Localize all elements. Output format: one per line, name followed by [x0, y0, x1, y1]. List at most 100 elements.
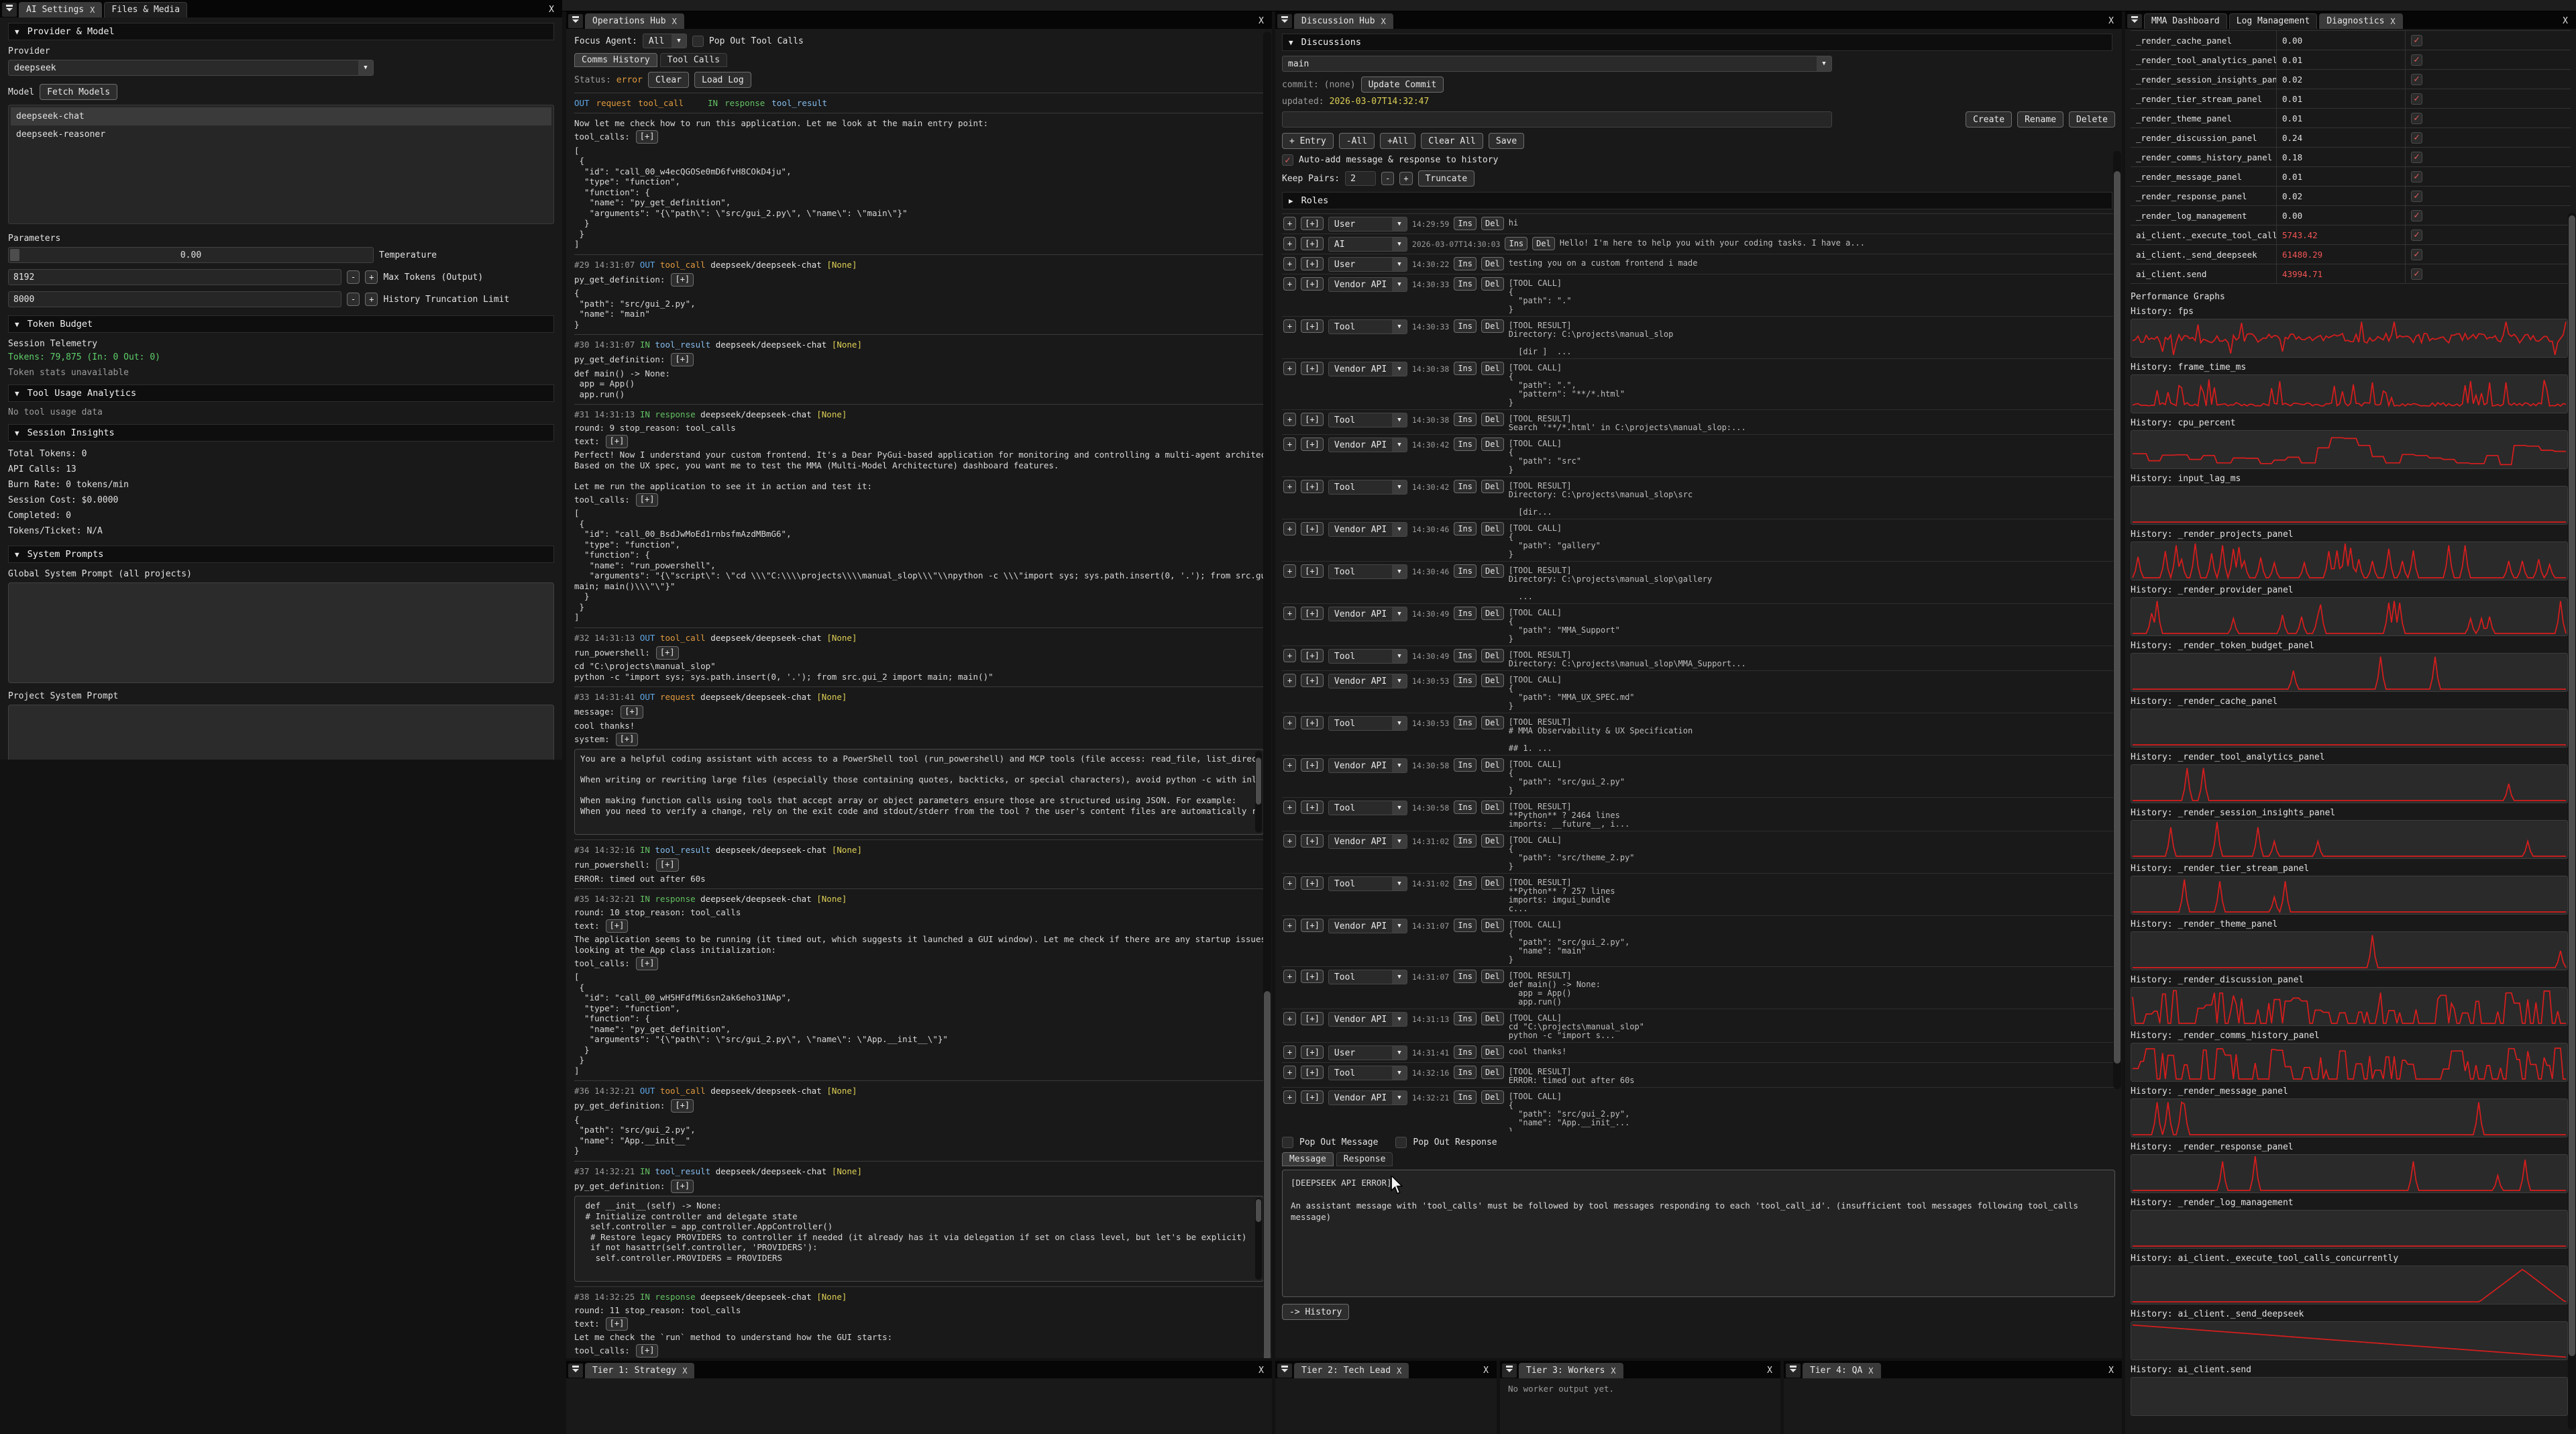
- diagnostic-checkbox[interactable]: ✓: [2411, 54, 2422, 66]
- entry-add-button[interactable]: +: [1283, 674, 1296, 687]
- entry-expand-button[interactable]: [+]: [1301, 801, 1324, 814]
- dock-collapse-icon[interactable]: [568, 14, 583, 28]
- dock-collapse-icon[interactable]: [1277, 1364, 1292, 1378]
- diagnostic-checkbox[interactable]: ✓: [2411, 74, 2422, 85]
- entry-expand-button[interactable]: [+]: [1301, 607, 1324, 620]
- rename-button[interactable]: Rename: [2017, 111, 2063, 127]
- dock-collapse-icon[interactable]: [2, 3, 17, 17]
- entry-role-select[interactable]: User▼: [1328, 257, 1407, 272]
- discussion-scrollbar[interactable]: [2113, 151, 2121, 1089]
- entry-role-select[interactable]: Tool▼: [1328, 1066, 1407, 1080]
- token-budget-section-header[interactable]: ▼ Token Budget: [8, 315, 554, 333]
- dock-collapse-icon[interactable]: [1786, 1364, 1801, 1378]
- discussion-entry-row[interactable]: +[+]Tool▼14:30:49InsDel[TOOL RESULT] Dir…: [1282, 646, 2115, 671]
- box-scrollbar-thumb[interactable]: [1256, 1199, 1261, 1222]
- expand-button[interactable]: [+]: [606, 919, 629, 933]
- tab-discussion-hub[interactable]: Discussion HubX: [1294, 13, 1393, 29]
- discussion-entry-row[interactable]: +[+]Tool▼14:30:33InsDel[TOOL RESULT] Dir…: [1282, 317, 2115, 359]
- entry-delete-button[interactable]: Del: [1481, 564, 1504, 578]
- history-truncation-decrement-button[interactable]: -: [347, 293, 360, 306]
- tab-tier-1-strategy[interactable]: Tier 1: StrategyX: [585, 1363, 694, 1378]
- window-close-icon[interactable]: X: [2104, 1366, 2118, 1378]
- entry-add-button[interactable]: +: [1283, 480, 1296, 493]
- expand-button[interactable]: [+]: [671, 1099, 694, 1113]
- entry-add-button[interactable]: +: [1283, 237, 1296, 250]
- comms-history-log[interactable]: Now let me check how to run this applica…: [574, 118, 1264, 1358]
- dock-collapse-icon[interactable]: [2127, 14, 2142, 28]
- window-close-icon[interactable]: X: [545, 5, 558, 17]
- dock-collapse-icon[interactable]: [1277, 14, 1292, 28]
- entry-insert-button[interactable]: Ins: [1454, 1090, 1477, 1104]
- entry-delete-button[interactable]: Del: [1481, 801, 1504, 814]
- entry-add-button[interactable]: +: [1283, 758, 1296, 772]
- entry-delete-button[interactable]: Del: [1481, 970, 1504, 983]
- auto-add-checkbox[interactable]: ✓: [1282, 154, 1293, 166]
- discussion-entry-row[interactable]: +[+]User▼14:29:59InsDelhi: [1282, 214, 2115, 234]
- entry-add-button[interactable]: +: [1283, 801, 1296, 814]
- entry-role-select[interactable]: Tool▼: [1328, 319, 1407, 334]
- entry-add-button[interactable]: +: [1283, 413, 1296, 426]
- diagnostic-checkbox[interactable]: ✓: [2411, 210, 2422, 221]
- entry-delete-button[interactable]: Del: [1481, 607, 1504, 620]
- entry-expand-button[interactable]: [+]: [1301, 480, 1324, 493]
- expand-button[interactable]: [+]: [671, 1180, 694, 1193]
- tab-tier-2-tech-lead[interactable]: Tier 2: Tech LeadX: [1294, 1363, 1409, 1378]
- all-button[interactable]: +All: [1380, 133, 1415, 149]
- discussion-entry-row[interactable]: +[+]Vendor API▼14:30:42InsDel[TOOL CALL]…: [1282, 435, 2115, 477]
- diagnostic-checkbox[interactable]: ✓: [2411, 249, 2422, 260]
- tab-response[interactable]: Response: [1336, 1152, 1393, 1166]
- entry-expand-button[interactable]: [+]: [1301, 716, 1324, 729]
- entry-role-select[interactable]: Tool▼: [1328, 564, 1407, 579]
- entry-delete-button[interactable]: Del: [1532, 237, 1555, 250]
- diagnostic-checkbox[interactable]: ✓: [2411, 113, 2422, 124]
- entry-role-select[interactable]: Tool▼: [1328, 876, 1407, 891]
- box-scrollbar[interactable]: [1255, 1198, 1262, 1280]
- entry-expand-button[interactable]: [+]: [1301, 919, 1324, 932]
- keep-pairs-input[interactable]: 2: [1345, 171, 1376, 186]
- entry-insert-button[interactable]: Ins: [1454, 919, 1477, 932]
- max-tokens-input[interactable]: 8192: [8, 269, 341, 285]
- entry-role-select[interactable]: Vendor API▼: [1328, 834, 1407, 849]
- entry-insert-button[interactable]: Ins: [1454, 564, 1477, 578]
- diagnostic-checkbox[interactable]: ✓: [2411, 93, 2422, 105]
- pop-out-message-checkbox[interactable]: [1282, 1137, 1293, 1148]
- entry-insert-button[interactable]: Ins: [1454, 480, 1477, 493]
- diagnostic-checkbox[interactable]: ✓: [2411, 191, 2422, 202]
- entry-insert-button[interactable]: Ins: [1454, 1066, 1477, 1079]
- entry-add-button[interactable]: +: [1283, 362, 1296, 375]
- diagnostic-checkbox[interactable]: ✓: [2411, 171, 2422, 183]
- entry-insert-button[interactable]: Ins: [1454, 1045, 1477, 1059]
- entry-delete-button[interactable]: Del: [1481, 522, 1504, 535]
- entry-add-button[interactable]: +: [1283, 1012, 1296, 1025]
- entry-add-button[interactable]: +: [1283, 970, 1296, 983]
- diagnostics-scrollbar[interactable]: [2568, 213, 2576, 1430]
- tab-tier-3-workers[interactable]: Tier 3: WorkersX: [1519, 1363, 1623, 1378]
- discussion-entry-row[interactable]: +[+]Tool▼14:30:46InsDel[TOOL RESULT] Dir…: [1282, 562, 2115, 604]
- entry-insert-button[interactable]: Ins: [1454, 834, 1477, 848]
- discussion-entry-row[interactable]: +[+]User▼14:31:41InsDelcool thanks!: [1282, 1043, 2115, 1063]
- entry-delete-button[interactable]: Del: [1481, 876, 1504, 890]
- entry-expand-button[interactable]: [+]: [1301, 564, 1324, 578]
- discussion-entry-row[interactable]: +[+]Vendor API▼14:30:33InsDel[TOOL CALL]…: [1282, 274, 2115, 317]
- diagnostic-checkbox[interactable]: ✓: [2411, 35, 2422, 46]
- discussion-entry-row[interactable]: +[+]Tool▼14:31:07InsDel[TOOL RESULT] def…: [1282, 967, 2115, 1009]
- entry-add-button[interactable]: +: [1283, 1090, 1296, 1104]
- diagnostic-checkbox[interactable]: ✓: [2411, 268, 2422, 280]
- expand-button[interactable]: [+]: [636, 957, 659, 970]
- expand-button[interactable]: [+]: [656, 858, 679, 872]
- expand-button[interactable]: [+]: [606, 435, 629, 448]
- entry-expand-button[interactable]: [+]: [1301, 649, 1324, 662]
- entry-expand-button[interactable]: [+]: [1301, 674, 1324, 687]
- entry-insert-button[interactable]: Ins: [1454, 277, 1477, 291]
- entry-insert-button[interactable]: Ins: [1454, 649, 1477, 662]
- entry-expand-button[interactable]: [+]: [1301, 362, 1324, 375]
- entry-delete-button[interactable]: Del: [1481, 1090, 1504, 1104]
- entry-role-select[interactable]: Vendor API▼: [1328, 522, 1407, 537]
- tool-usage-section-header[interactable]: ▼ Tool Usage Analytics: [8, 385, 554, 402]
- entry-delete-button[interactable]: Del: [1481, 1012, 1504, 1025]
- discussion-entry-row[interactable]: +[+]Vendor API▼14:30:58InsDel[TOOL CALL]…: [1282, 756, 2115, 798]
- window-close-icon[interactable]: X: [1254, 16, 1268, 29]
- all-button[interactable]: -All: [1339, 133, 1375, 149]
- entry-delete-button[interactable]: Del: [1481, 438, 1504, 451]
- box-scrollbar-thumb[interactable]: [1256, 758, 1261, 805]
